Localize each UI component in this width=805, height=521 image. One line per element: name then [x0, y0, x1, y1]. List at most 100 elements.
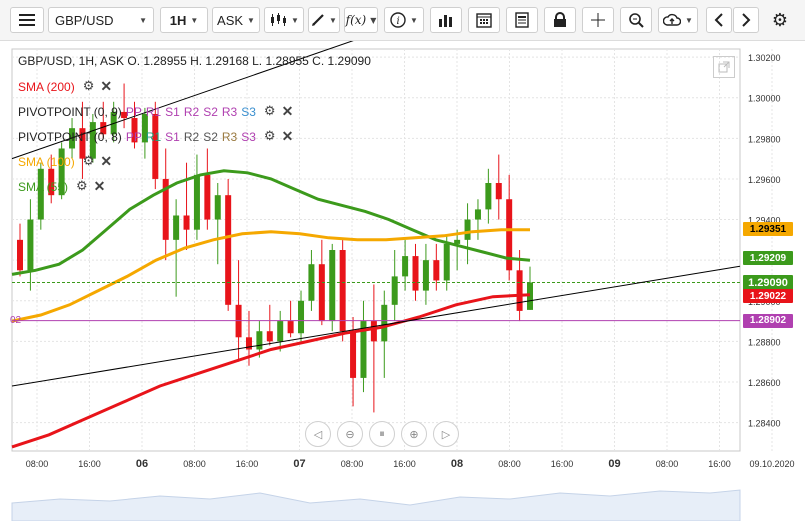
pan-left-button[interactable]: ◁ [305, 421, 331, 447]
time-tick-label: 06 [136, 458, 148, 470]
legend-label: SMA (100) [18, 154, 75, 169]
pencil-icon [312, 14, 324, 26]
zoom-button[interactable] [620, 7, 652, 33]
ohlc-header: GBP/USD, 1H, ASK O. 1.28955 H. 1.29168 L… [18, 54, 371, 68]
time-tick-label: 16:00 [78, 459, 101, 469]
candle-body [350, 331, 357, 378]
legend-controls: ⚙ ✕ [83, 153, 112, 170]
price-tick-label: 1.29600 [748, 175, 781, 185]
chevron-down-icon: ▼ [190, 15, 199, 25]
time-tick-label: 16:00 [393, 459, 416, 469]
upload-button[interactable]: ▼ [658, 7, 698, 33]
time-tick-label: 07 [293, 458, 305, 470]
news-button[interactable] [506, 7, 538, 33]
candle-body [381, 304, 388, 342]
cloud-upload-icon [663, 13, 682, 26]
bar-chart-button[interactable] [430, 7, 462, 33]
trendline [11, 265, 741, 387]
price-tick-label: 1.29800 [748, 134, 781, 144]
legend-label: SMA (55) [18, 179, 69, 194]
gear-icon[interactable]: ⚙ [83, 153, 95, 170]
pivot-level-label: S3 [241, 104, 256, 119]
close-icon[interactable]: ✕ [100, 78, 112, 95]
calendar-button[interactable] [468, 7, 500, 33]
expand-icon [718, 61, 730, 73]
candle-body [17, 239, 23, 271]
scroll-right-button[interactable] [733, 7, 759, 33]
legend-row: SMA (100) ⚙ ✕ [18, 153, 112, 170]
toolbar: GBP/USD ▼ 1H ▼ ASK ▼ ▼ ▼ f(x) ▼ i ▼ ▼ ⚙ [0, 0, 805, 41]
indicators-button[interactable]: f(x) ▼ [344, 7, 378, 33]
price-tick-label: 1.28800 [748, 337, 781, 347]
legend-controls: ⚙ ✕ [264, 128, 293, 145]
candle-body [412, 256, 419, 291]
time-tick-label: 08:00 [656, 459, 679, 469]
timeframe-selector[interactable]: 1H ▼ [160, 7, 208, 33]
price-type-label: ASK [217, 12, 244, 28]
candle-body [422, 260, 429, 291]
time-tick-label: 16:00 [551, 459, 574, 469]
lock-button[interactable] [544, 7, 576, 33]
candlestick-icon [271, 13, 287, 26]
chevron-down-icon: ▼ [139, 15, 147, 25]
gear-icon[interactable]: ⚙ [76, 178, 88, 195]
chevron-down-icon: ▼ [247, 15, 255, 25]
time-tick-label: 16:00 [708, 459, 731, 469]
time-tick-label: 08 [451, 458, 463, 470]
pivot-level-label: S1 [165, 104, 180, 119]
zoom-out-button[interactable]: ⊖ [337, 421, 363, 447]
pan-right-button[interactable]: ▷ [433, 421, 459, 447]
pivot-level-label: R3 [221, 104, 238, 119]
candle-body [277, 321, 284, 342]
function-icon: f(x) [345, 13, 367, 27]
pivot-level-label: R2 [183, 104, 200, 119]
expand-button[interactable] [713, 56, 735, 78]
chevron-down-icon: ▼ [410, 15, 418, 25]
settings-button[interactable]: ⚙ [766, 7, 794, 33]
candle-body [474, 209, 481, 220]
pivot-level-label: S3 [241, 129, 256, 144]
time-tick-label: 08:00 [341, 459, 364, 469]
gear-icon: ⚙ [771, 9, 789, 30]
time-tick-label: 08:00 [498, 459, 521, 469]
chart-type-button[interactable]: ▼ [264, 7, 304, 33]
symbol-selector[interactable]: GBP/USD ▼ [48, 7, 154, 33]
chart-area[interactable]: 08:00 16:00 06 08:00 16:00 07 08:00 16:00 08 08:0… [0, 41, 805, 521]
price-tick-label: 1.28600 [748, 378, 781, 388]
candle-body [204, 174, 211, 220]
zoom-in-button[interactable]: ⊕ [401, 421, 427, 447]
menu-button[interactable] [10, 7, 44, 33]
gear-icon[interactable]: ⚙ [83, 78, 95, 95]
pivot-level-label: S2 [203, 104, 218, 119]
candle-body [402, 256, 409, 277]
candle-body [152, 113, 159, 179]
chevron-down-icon: ▼ [685, 15, 693, 25]
time-tick-label: 08:00 [183, 459, 206, 469]
triangle-left-icon: ◁ [313, 428, 323, 441]
candle-body [183, 215, 190, 230]
chevron-down-icon: ▼ [329, 15, 337, 25]
close-icon[interactable]: ✕ [94, 178, 106, 195]
calendar-icon [476, 13, 492, 28]
price-tag: 1.29022 [743, 289, 793, 304]
close-icon[interactable]: ✕ [100, 153, 112, 170]
candle-body [318, 264, 325, 322]
crosshair-button[interactable] [582, 7, 614, 33]
zoom-in-icon: ⊕ [409, 428, 419, 441]
candle-body [173, 215, 180, 240]
zoom-icon [629, 13, 644, 28]
legend-controls: ⚙ ✕ [83, 78, 112, 95]
reset-button[interactable]: ⏸ [369, 421, 395, 447]
lock-icon [554, 12, 566, 27]
info-button[interactable]: i ▼ [384, 7, 424, 33]
close-icon[interactable]: ✕ [282, 128, 294, 145]
candle-body [433, 260, 440, 281]
draw-tool-button[interactable]: ▼ [308, 7, 340, 33]
time-tick-label: 09 [608, 458, 620, 470]
gear-icon[interactable]: ⚙ [264, 103, 276, 120]
gear-icon[interactable]: ⚙ [264, 128, 276, 145]
close-icon[interactable]: ✕ [282, 103, 294, 120]
scroll-left-button[interactable] [706, 7, 732, 33]
pivot-level-label: PP [125, 104, 142, 119]
price-type-selector[interactable]: ASK ▼ [212, 7, 260, 33]
